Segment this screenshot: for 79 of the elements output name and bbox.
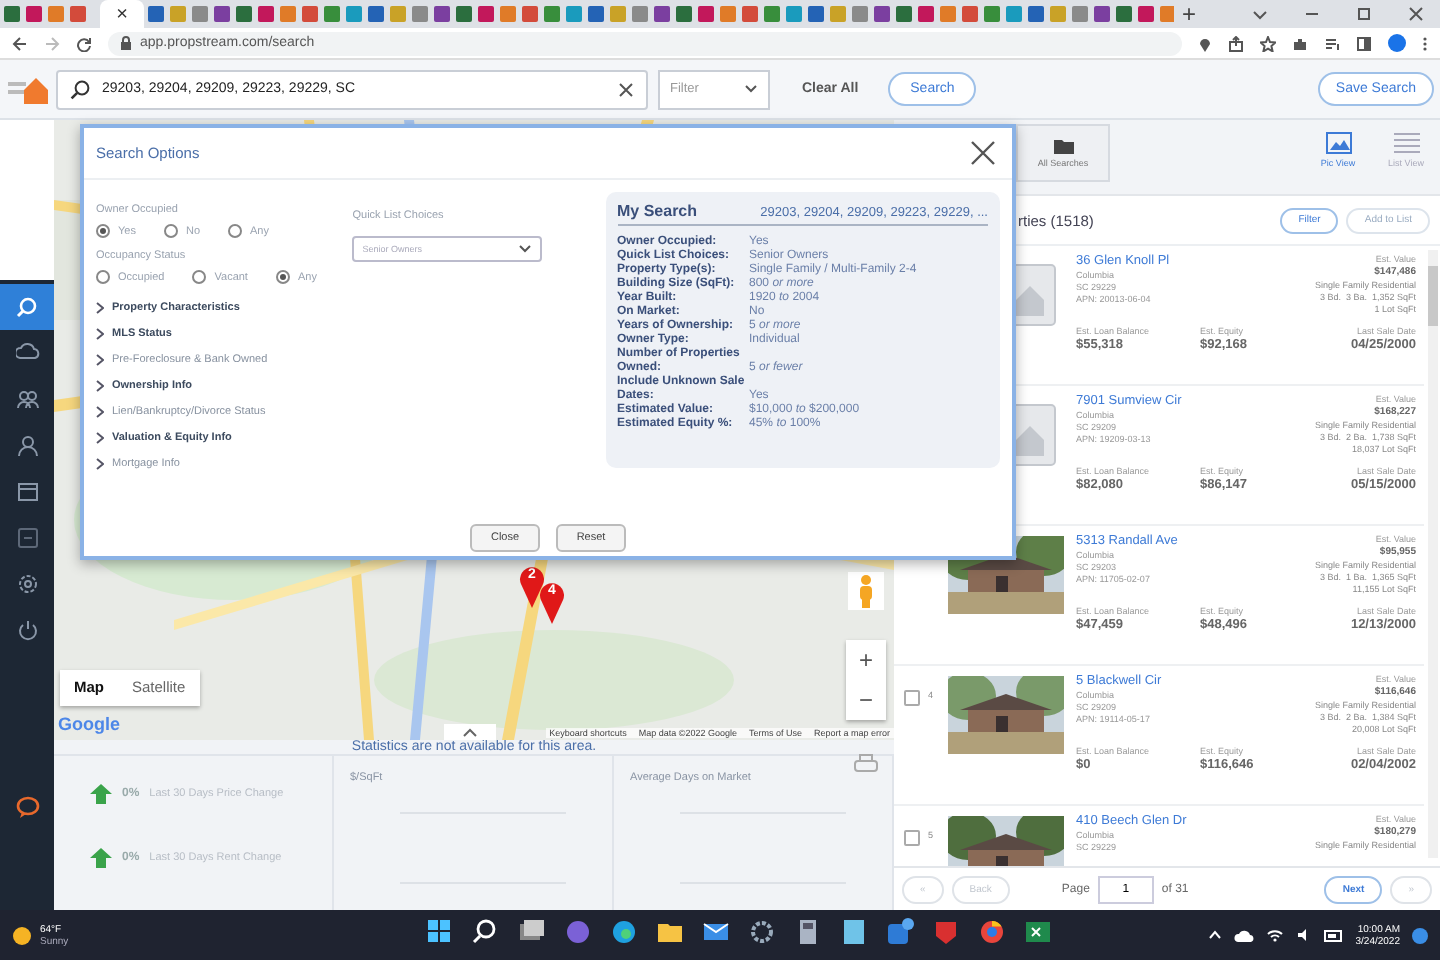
back-arrow-icon[interactable]: [12, 35, 28, 51]
new-tab-button[interactable]: +: [1182, 2, 1197, 26]
caret-icon: [518, 244, 533, 254]
browser-icon[interactable]: [610, 918, 638, 946]
zoom-in-button[interactable]: +: [846, 640, 886, 680]
task-view-icon[interactable]: [518, 918, 546, 946]
scrollbar[interactable]: [1428, 250, 1438, 858]
radio-button[interactable]: [228, 224, 243, 238]
windows-start-icon[interactable]: [426, 918, 454, 946]
up-arrow-icon: [90, 784, 112, 804]
search-icon: [15, 295, 39, 319]
clear-icon[interactable]: [618, 81, 634, 97]
logo-icon[interactable]: [5, 75, 49, 103]
panel-icon: [15, 525, 39, 549]
app-icon[interactable]: [886, 918, 914, 946]
panel-title: My Search: [617, 202, 698, 220]
close-icon[interactable]: [1408, 6, 1424, 22]
sun-icon[interactable]: [12, 925, 32, 945]
people-icon: [15, 387, 39, 411]
chevron-up-icon: [462, 727, 478, 737]
gear-icon[interactable]: [748, 918, 776, 946]
lock-icon: [120, 36, 132, 50]
sidebar-item[interactable]: [0, 284, 54, 330]
collapse-tab[interactable]: [444, 724, 496, 740]
chevron-up-icon[interactable]: [1207, 930, 1222, 940]
search-icon[interactable]: [472, 918, 500, 946]
spreadsheet-icon[interactable]: [1024, 918, 1052, 946]
user-icon: [15, 433, 39, 457]
row-checkbox[interactable]: [904, 690, 920, 706]
calculator-icon[interactable]: [794, 918, 822, 946]
close-icon: [970, 140, 996, 166]
google-logo: Google: [58, 714, 120, 734]
chevron-right-icon: [96, 406, 104, 418]
tab-favicons-drawing[interactable]: [144, 0, 1174, 28]
star-icon[interactable]: [1260, 35, 1276, 51]
maximize-icon[interactable]: [1356, 6, 1372, 22]
battery-icon[interactable]: [1323, 929, 1344, 941]
folder-icon[interactable]: [656, 918, 684, 946]
picture-view-icon: [1325, 132, 1351, 154]
radio-button[interactable]: [163, 224, 178, 238]
list-view-icon: [1393, 132, 1419, 154]
share-icon[interactable]: [1228, 35, 1244, 51]
menu-icon[interactable]: [1422, 35, 1428, 51]
speaker-icon[interactable]: [1295, 928, 1312, 942]
chevron-right-icon: [96, 302, 104, 314]
power-icon: [15, 617, 39, 641]
profile-avatar[interactable]: [1388, 34, 1406, 52]
cloud-icon[interactable]: [1233, 929, 1254, 941]
chevron-right-icon: [96, 458, 104, 470]
media-list-icon[interactable]: [1324, 35, 1340, 51]
reload-icon[interactable]: [76, 35, 92, 51]
calendar-icon: [15, 479, 39, 503]
cloud-icon: [15, 341, 39, 365]
row-checkbox[interactable]: [904, 830, 920, 846]
gear-icon: [15, 571, 39, 595]
mail-icon[interactable]: [702, 918, 730, 946]
tab-close-button[interactable]: ×: [100, 0, 144, 28]
location-pin-icon[interactable]: [1198, 35, 1212, 51]
close-button[interactable]: [970, 140, 996, 166]
zoom-out-button[interactable]: −: [846, 680, 886, 720]
wifi-icon[interactable]: [1265, 928, 1284, 942]
browser-icon[interactable]: [978, 918, 1006, 946]
caret-icon: [744, 84, 758, 94]
chevron-right-icon: [96, 432, 104, 444]
side-panel-icon[interactable]: [1356, 35, 1372, 51]
chevron-right-icon: [96, 380, 104, 392]
search-icon: [70, 79, 90, 99]
notepad-icon[interactable]: [840, 918, 868, 946]
chevron-right-icon: [96, 354, 104, 366]
chevron-down-icon[interactable]: [1252, 6, 1268, 22]
radio-button[interactable]: [96, 224, 110, 238]
chevron-right-icon: [96, 328, 104, 340]
radio-button[interactable]: [96, 270, 110, 284]
radio-button[interactable]: [192, 270, 207, 284]
up-arrow-icon: [90, 848, 112, 868]
notification-badge[interactable]: [1412, 927, 1428, 943]
shield-icon[interactable]: [932, 918, 960, 946]
radio-button[interactable]: [275, 270, 290, 284]
folder-icon: [1053, 138, 1073, 154]
